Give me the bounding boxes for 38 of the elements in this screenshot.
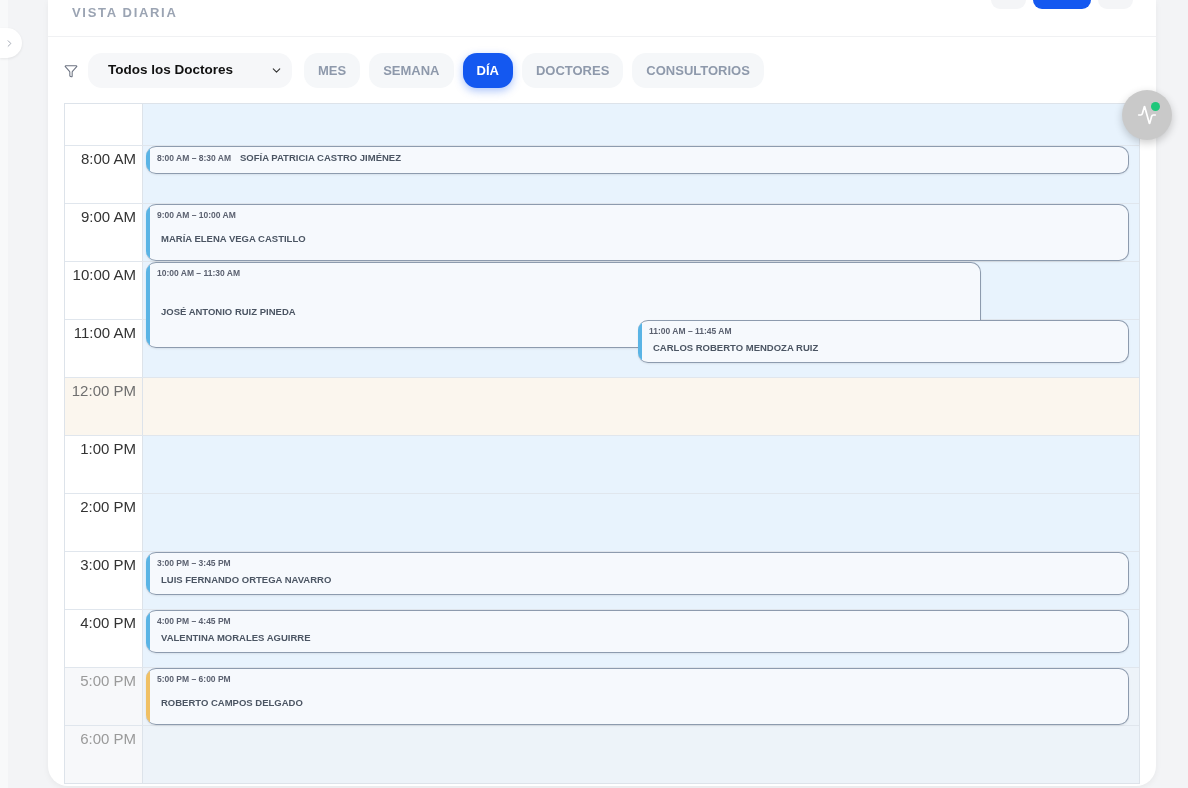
time-label: 2:00 PM xyxy=(80,497,136,517)
time-label: 1:00 PM xyxy=(80,439,136,459)
appointment-time: 4:00 PM – 4:45 PM xyxy=(157,616,231,627)
appointment-card[interactable]: 8:00 AM – 8:30 AM SOFÍA PATRICIA CASTRO JIMÉNEZ xyxy=(146,146,1129,174)
time-label: 11:00 AM xyxy=(73,323,136,343)
patient-name: JOSÉ ANTONIO RUIZ PINEDA xyxy=(161,304,296,319)
activity-button[interactable] xyxy=(1122,90,1172,140)
header-button[interactable] xyxy=(1033,0,1091,9)
patient-name: ROBERTO CAMPOS DELGADO xyxy=(161,696,303,711)
appointment-time: 3:00 PM – 3:45 PM xyxy=(157,558,231,569)
time-label: 3:00 PM xyxy=(80,555,136,575)
time-label: 4:00 PM xyxy=(80,613,136,633)
sidebar-toggle-button[interactable] xyxy=(0,28,22,58)
appointment-card[interactable]: 3:00 PM – 3:45 PM LUIS FERNANDO ORTEGA NAVARRO xyxy=(146,552,1129,595)
appointment-card[interactable]: 4:00 PM – 4:45 PM VALENTINA MORALES AGUIRRE xyxy=(146,610,1129,653)
patient-name: SOFÍA PATRICIA CASTRO JIMÉNEZ xyxy=(240,151,401,166)
doctor-select[interactable]: Todos los Doctores xyxy=(88,53,292,88)
appointment-time: 10:00 AM – 11:30 AM xyxy=(157,268,240,279)
view-title: VISTA DIARIA xyxy=(72,4,178,22)
appointment-card[interactable]: 11:00 AM – 11:45 AM CARLOS ROBERTO MENDOZA RUIZ xyxy=(638,320,1129,363)
patient-name: MARÍA ELENA VEGA CASTILLO xyxy=(161,232,306,247)
activity-icon xyxy=(1137,105,1157,125)
time-label: 9:00 AM xyxy=(80,207,136,227)
appointment-card[interactable]: 9:00 AM – 10:00 AM MARÍA ELENA VEGA CASTILLO xyxy=(146,204,1129,261)
patient-name: LUIS FERNANDO ORTEGA NAVARRO xyxy=(161,573,332,588)
time-label: 8:00 AM xyxy=(80,149,136,169)
appointment-time: 9:00 AM – 10:00 AM xyxy=(157,210,236,221)
time-label: 6:00 PM xyxy=(80,729,136,749)
view-tab[interactable]: DÍA xyxy=(462,53,513,88)
time-label: 5:00 PM xyxy=(80,671,136,691)
patient-name: VALENTINA MORALES AGUIRRE xyxy=(161,631,311,646)
time-label: 12:00 PM xyxy=(71,381,136,401)
appointment-time: 11:00 AM – 11:45 AM xyxy=(649,326,732,337)
appointment-time: 8:00 AM – 8:30 AM xyxy=(157,152,231,165)
appointment-card[interactable]: 5:00 PM – 6:00 PM ROBERTO CAMPOS DELGADO xyxy=(146,668,1129,725)
time-label: 10:00 AM xyxy=(72,265,136,285)
filter-icon xyxy=(64,63,78,78)
appointment-time: 5:00 PM – 6:00 PM xyxy=(157,674,231,685)
